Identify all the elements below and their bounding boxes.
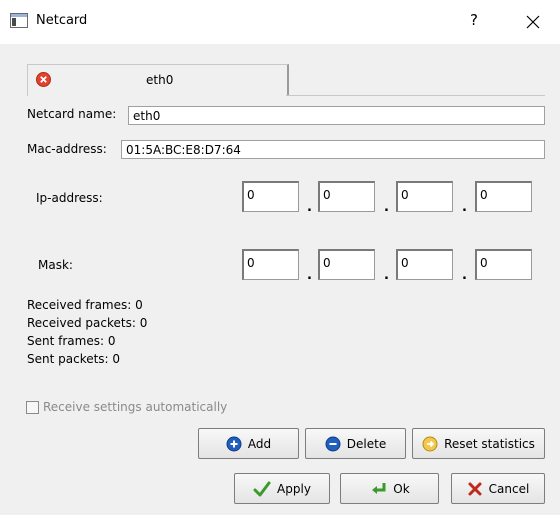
ip-octet-3[interactable]: 0 (396, 181, 453, 212)
delete-button-label: Delete (346, 436, 387, 451)
ip-separator: . (462, 200, 467, 215)
ip-separator: . (307, 200, 312, 215)
reset-icon (422, 436, 438, 451)
sent-packets-stat: Sent packets: 0 (27, 352, 121, 366)
mask-separator: . (384, 268, 389, 283)
close-icon (526, 15, 540, 29)
cancel-x-icon (468, 482, 482, 495)
mask-octet-3[interactable]: 0 (396, 249, 453, 280)
netcard-name-label: Netcard name: (27, 107, 117, 121)
auto-settings-checkbox[interactable] (26, 401, 39, 414)
ok-button-label: Ok (393, 481, 410, 496)
apply-button-label: Apply (277, 481, 311, 496)
window-app-icon (10, 13, 28, 31)
add-button-label: Add (247, 436, 272, 451)
delete-button[interactable]: Delete (305, 428, 406, 459)
add-button[interactable]: Add (198, 428, 299, 459)
mac-address-label: Mac-address: (27, 142, 107, 156)
tab-baseline (286, 95, 545, 96)
delete-icon (325, 436, 341, 451)
close-button[interactable] (517, 6, 549, 38)
mask-label: Mask: (38, 258, 73, 272)
red-close-icon (36, 72, 51, 90)
received-packets-stat: Received packets: 0 (27, 316, 148, 330)
cancel-button-label: Cancel (488, 481, 530, 496)
ok-button[interactable]: Ok (340, 473, 439, 504)
title-bar: Netcard ? (0, 0, 560, 44)
auto-settings-label: Receive settings automatically (43, 400, 228, 414)
ip-octet-2[interactable]: 0 (318, 181, 375, 212)
ip-address-label: Ip-address: (36, 191, 103, 205)
cancel-button[interactable]: Cancel (451, 473, 545, 504)
mask-octet-2[interactable]: 0 (318, 249, 375, 280)
sent-frames-stat: Sent frames: 0 (27, 334, 116, 348)
apply-button[interactable]: Apply (234, 473, 330, 504)
ip-octet-4[interactable]: 0 (475, 181, 532, 212)
tab-eth0[interactable]: eth0 (27, 64, 289, 96)
checkmark-icon (253, 481, 271, 496)
received-frames-stat: Received frames: 0 (27, 298, 143, 312)
reset-statistics-button[interactable]: Reset statistics (412, 428, 545, 459)
netcard-tab-strip: eth0 (27, 64, 545, 96)
mask-octet-4[interactable]: 0 (475, 249, 532, 280)
ip-separator: . (384, 200, 389, 215)
ok-arrow-icon (372, 482, 386, 494)
add-icon (226, 436, 242, 451)
tab-label: eth0 (146, 73, 174, 87)
window-title: Netcard (36, 13, 88, 28)
mask-separator: . (462, 268, 467, 283)
reset-statistics-button-label: Reset statistics (444, 436, 535, 451)
mask-separator: . (307, 268, 312, 283)
help-button[interactable]: ? (470, 11, 478, 29)
ip-octet-1[interactable]: 0 (242, 181, 299, 212)
mac-address-input[interactable]: 01:5A:BC:E8:D7:64 (121, 140, 545, 159)
mask-octet-1[interactable]: 0 (242, 249, 299, 280)
netcard-name-input[interactable]: eth0 (128, 106, 545, 125)
